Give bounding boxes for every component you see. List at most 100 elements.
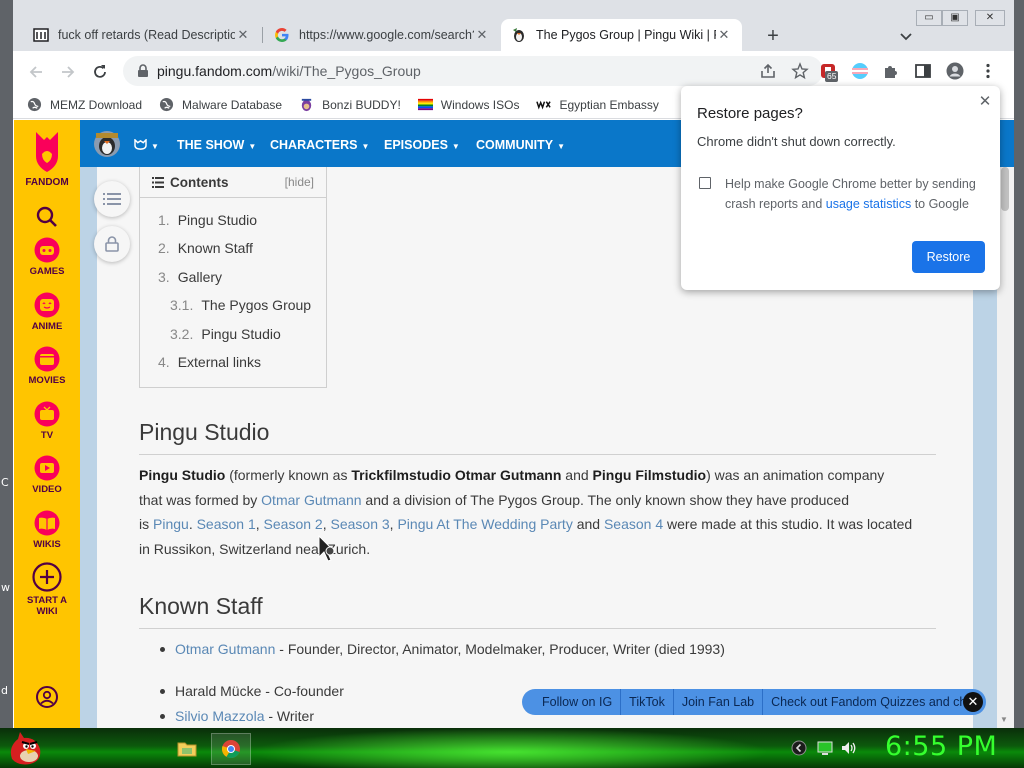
reload-icon[interactable] bbox=[91, 63, 109, 81]
forward-arrow-icon[interactable] bbox=[59, 63, 77, 81]
scrollbar-thumb[interactable] bbox=[1001, 167, 1009, 211]
close-tab-icon[interactable]: ✕ bbox=[474, 27, 490, 43]
text: (formerly known as bbox=[225, 467, 352, 483]
promo-follow-ig[interactable]: Follow on IG bbox=[534, 695, 620, 709]
browser-tab[interactable]: fuck off retards (Read Description ✕ bbox=[23, 19, 261, 51]
extensions-puzzle-icon[interactable] bbox=[882, 62, 900, 80]
link-season-3[interactable]: Season 3 bbox=[331, 516, 390, 532]
browser-tab[interactable]: https://www.google.com/search? ✕ bbox=[264, 19, 500, 51]
tab-separator bbox=[262, 27, 263, 43]
toc-item[interactable]: 3. Gallery bbox=[158, 269, 222, 285]
usage-statistics-link[interactable]: usage statistics bbox=[826, 197, 911, 211]
link-pingu[interactable]: Pingu bbox=[153, 516, 189, 532]
text: were made at this studio. It was located bbox=[663, 516, 913, 532]
bookmark-item[interactable]: MEMZ Download bbox=[27, 97, 142, 112]
bookmark-label: Bonzi BUDDY! bbox=[322, 97, 401, 112]
lock-icon[interactable] bbox=[137, 64, 149, 78]
video-icon bbox=[34, 455, 60, 481]
link-season-4[interactable]: Season 4 bbox=[604, 516, 663, 532]
text: , bbox=[322, 516, 331, 532]
desktop-icon-label-fragment: w bbox=[1, 581, 10, 594]
scroll-down-arrow-icon[interactable]: ▼ bbox=[1000, 715, 1008, 724]
global-search-button[interactable] bbox=[14, 204, 80, 230]
nav-label: VIDEO bbox=[32, 484, 62, 495]
fandom-logo-link[interactable]: FANDOM bbox=[14, 130, 80, 188]
taskbar-clock[interactable]: 6:55 PM bbox=[885, 731, 997, 762]
close-icon[interactable]: ✕ bbox=[977, 94, 993, 110]
nav-video[interactable]: VIDEO bbox=[14, 455, 80, 495]
toc-item[interactable]: 4. External links bbox=[158, 354, 261, 370]
section-heading-pingu-studio: Pingu Studio bbox=[139, 419, 270, 445]
toc-item[interactable]: 2. Known Staff bbox=[158, 240, 253, 256]
toc-toggle-button[interactable] bbox=[94, 181, 130, 217]
new-tab-button[interactable]: + bbox=[763, 26, 783, 46]
desktop-icon-label-fragment: C bbox=[1, 476, 9, 489]
browser-tab-active[interactable]: The Pygos Group | Pingu Wiki | Fa ✕ bbox=[501, 19, 742, 51]
share-icon[interactable] bbox=[759, 62, 777, 80]
restore-button[interactable]: Restore bbox=[912, 241, 985, 273]
nav-episodes[interactable]: EPISODES ▼ bbox=[384, 138, 460, 152]
nav-start-a-wiki[interactable]: START A WIKI bbox=[14, 562, 80, 617]
volume-icon[interactable] bbox=[841, 740, 857, 756]
taskbar-file-explorer[interactable] bbox=[167, 733, 207, 765]
bookmark-item[interactable]: Malware Database bbox=[159, 97, 282, 112]
nav-games[interactable]: GAMES bbox=[14, 237, 80, 277]
toc-title: Contents bbox=[170, 174, 229, 190]
page-protection-button[interactable] bbox=[94, 226, 130, 262]
address-bar[interactable]: pingu.fandom.com/wiki/The_Pygos_Group bbox=[123, 56, 823, 86]
nav-the-show[interactable]: THE SHOW ▼ bbox=[177, 138, 256, 152]
nav-community[interactable]: COMMUNITY ▼ bbox=[476, 138, 565, 152]
nav-tv[interactable]: TV bbox=[14, 401, 80, 441]
back-arrow-icon[interactable] bbox=[27, 63, 45, 81]
toc-hide-link[interactable]: [hide] bbox=[285, 174, 314, 190]
toc-item[interactable]: 3.2. Pingu Studio bbox=[170, 326, 281, 342]
taskbar-chrome[interactable] bbox=[211, 733, 251, 765]
network-icon[interactable] bbox=[817, 740, 833, 756]
nav-wikis[interactable]: WIKIS bbox=[14, 510, 80, 550]
more-menu-icon[interactable] bbox=[979, 62, 997, 80]
bookmark-item[interactable]: Bonzi BUDDY! bbox=[299, 97, 401, 112]
toc-number: 3.1. bbox=[170, 297, 194, 313]
search-icon bbox=[36, 206, 57, 227]
link-wedding-party[interactable]: Pingu At The Wedding Party bbox=[397, 516, 572, 532]
promo-fan-lab[interactable]: Join Fan Lab bbox=[674, 695, 762, 709]
nav-home-icon[interactable]: ▼ bbox=[134, 138, 159, 152]
profile-avatar-icon[interactable] bbox=[946, 62, 964, 80]
heading-divider bbox=[139, 454, 936, 455]
bookmark-star-icon[interactable] bbox=[791, 62, 809, 80]
link-season-1[interactable]: Season 1 bbox=[197, 516, 256, 532]
minimize-button[interactable]: ▭ bbox=[916, 10, 942, 26]
globe-icon bbox=[159, 97, 174, 112]
text: and a division of The Pygos Group. The o… bbox=[361, 491, 849, 508]
nav-movies[interactable]: MOVIES bbox=[14, 346, 80, 386]
link-season-2[interactable]: Season 2 bbox=[264, 516, 323, 532]
close-tab-icon[interactable]: ✕ bbox=[235, 27, 251, 43]
promo-close-button[interactable]: ✕ bbox=[963, 692, 983, 712]
promo-tiktok[interactable]: TikTok bbox=[621, 695, 673, 709]
nav-anime[interactable]: ANIME bbox=[14, 292, 80, 332]
start-button-angry-bird-icon[interactable] bbox=[4, 729, 46, 767]
close-tab-icon[interactable]: ✕ bbox=[716, 27, 732, 43]
close-window-button[interactable]: ✕ bbox=[975, 10, 1005, 26]
nav-link-label: CHARACTERS bbox=[270, 138, 358, 152]
staff-name-link[interactable]: Silvio Mazzola bbox=[175, 708, 264, 724]
wiki-logo-icon[interactable] bbox=[93, 130, 121, 158]
toc-item[interactable]: 1. Pingu Studio bbox=[158, 212, 257, 228]
toc-item[interactable]: 3.1. The Pygos Group bbox=[170, 297, 311, 313]
trans-flag-extension-icon[interactable] bbox=[851, 62, 869, 80]
promo-quizzes[interactable]: Check out Fandom Quizzes and cha bbox=[763, 695, 981, 709]
nav-characters[interactable]: CHARACTERS ▼ bbox=[270, 138, 369, 152]
bookmark-item[interactable]: Egyptian Embassy bbox=[536, 97, 659, 112]
url-text[interactable]: pingu.fandom.com/wiki/The_Pygos_Group bbox=[157, 63, 759, 79]
text: ) was an animation company bbox=[706, 467, 885, 483]
link-otmar-gutmann[interactable]: Otmar Gutmann bbox=[261, 492, 361, 508]
tab-search-chevron-icon[interactable] bbox=[898, 28, 914, 44]
maximize-button[interactable]: ▣ bbox=[942, 10, 968, 26]
bookmark-item[interactable]: Windows ISOs bbox=[417, 97, 519, 112]
crash-report-checkbox[interactable] bbox=[699, 177, 711, 189]
user-account-button[interactable] bbox=[14, 686, 80, 708]
nav-label: WIKIS bbox=[33, 539, 61, 550]
staff-name-link[interactable]: Otmar Gutmann bbox=[175, 641, 275, 657]
tray-overflow-icon[interactable] bbox=[791, 740, 807, 756]
side-panel-icon[interactable] bbox=[914, 62, 932, 80]
